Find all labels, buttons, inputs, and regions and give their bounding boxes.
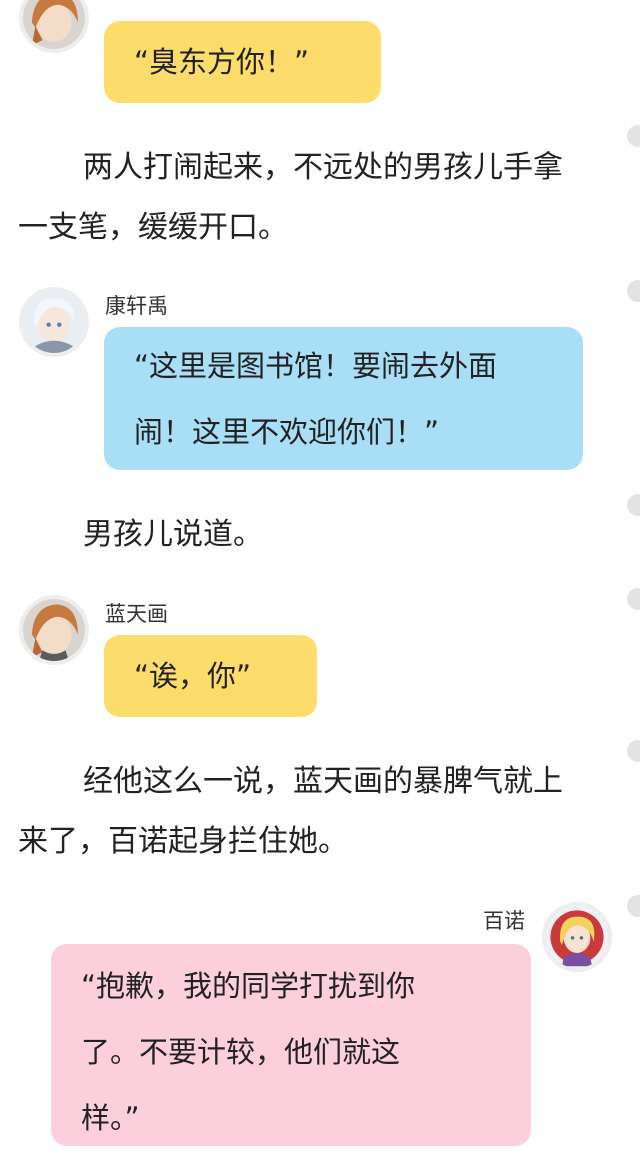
message-line: 样。” xyxy=(81,1101,140,1135)
chat-bubble-kangxuanyu: “这里是图书馆！要闹去外面 闹！这里不欢迎你们！” xyxy=(104,327,583,470)
narration-line: 来了，百诺起身拦住她。 xyxy=(18,824,348,859)
narration-paragraph-3: 经他这么一说，蓝天画的暴脾气就上 来了，百诺起身拦住她。 xyxy=(0,752,640,872)
narration-line: 两人打闹起来，不远处的男孩儿手拿 xyxy=(83,150,563,185)
scroll-marker xyxy=(627,588,640,610)
speaker-name-lantianhua: 蓝天画 xyxy=(105,602,168,626)
narration-line: 男孩儿说道。 xyxy=(83,517,263,552)
message-line: 闹！这里不欢迎你们！” xyxy=(134,415,440,449)
message-line: “抱歉，我的同学打扰到你 xyxy=(81,969,416,1003)
chat-bubble-lantianhua-2: “诶，你” xyxy=(104,635,317,717)
orange-hair-avatar-icon xyxy=(23,0,85,49)
blonde-hair-avatar-icon xyxy=(546,906,608,968)
speaker-name-kangxuanyu: 康轩禹 xyxy=(105,294,168,318)
scroll-marker xyxy=(627,280,640,302)
avatar-lantianhua xyxy=(19,595,89,665)
chat-bubble-lantianhua-1: “臭东方你！” xyxy=(104,21,381,103)
narration-paragraph-2: 男孩儿说道。 xyxy=(83,505,263,565)
chat-bubble-bainuo: “抱歉，我的同学打扰到你 了。不要计较，他们就这 样。” xyxy=(51,944,531,1146)
avatar-lantianhua-top xyxy=(19,0,89,53)
speaker-name-bainuo: 百诺 xyxy=(483,909,525,933)
avatar-kangxuanyu xyxy=(19,287,89,357)
orange-hair-avatar-icon xyxy=(23,599,85,661)
scroll-marker xyxy=(627,895,640,917)
message-line: “这里是图书馆！要闹去外面 xyxy=(134,349,498,383)
message-line: 了。不要计较，他们就这 xyxy=(81,1035,401,1069)
narration-line: 一支笔，缓缓开口。 xyxy=(18,210,288,245)
white-hair-avatar-icon xyxy=(23,291,85,353)
narration-paragraph-1: 两人打闹起来，不远处的男孩儿手拿 一支笔，缓缓开口。 xyxy=(0,138,640,258)
scroll-marker xyxy=(627,494,640,516)
message-text: “诶，你” xyxy=(134,659,252,693)
avatar-bainuo xyxy=(542,902,612,972)
message-text: “臭东方你！” xyxy=(134,45,310,79)
narration-line: 经他这么一说，蓝天画的暴脾气就上 xyxy=(83,764,563,799)
